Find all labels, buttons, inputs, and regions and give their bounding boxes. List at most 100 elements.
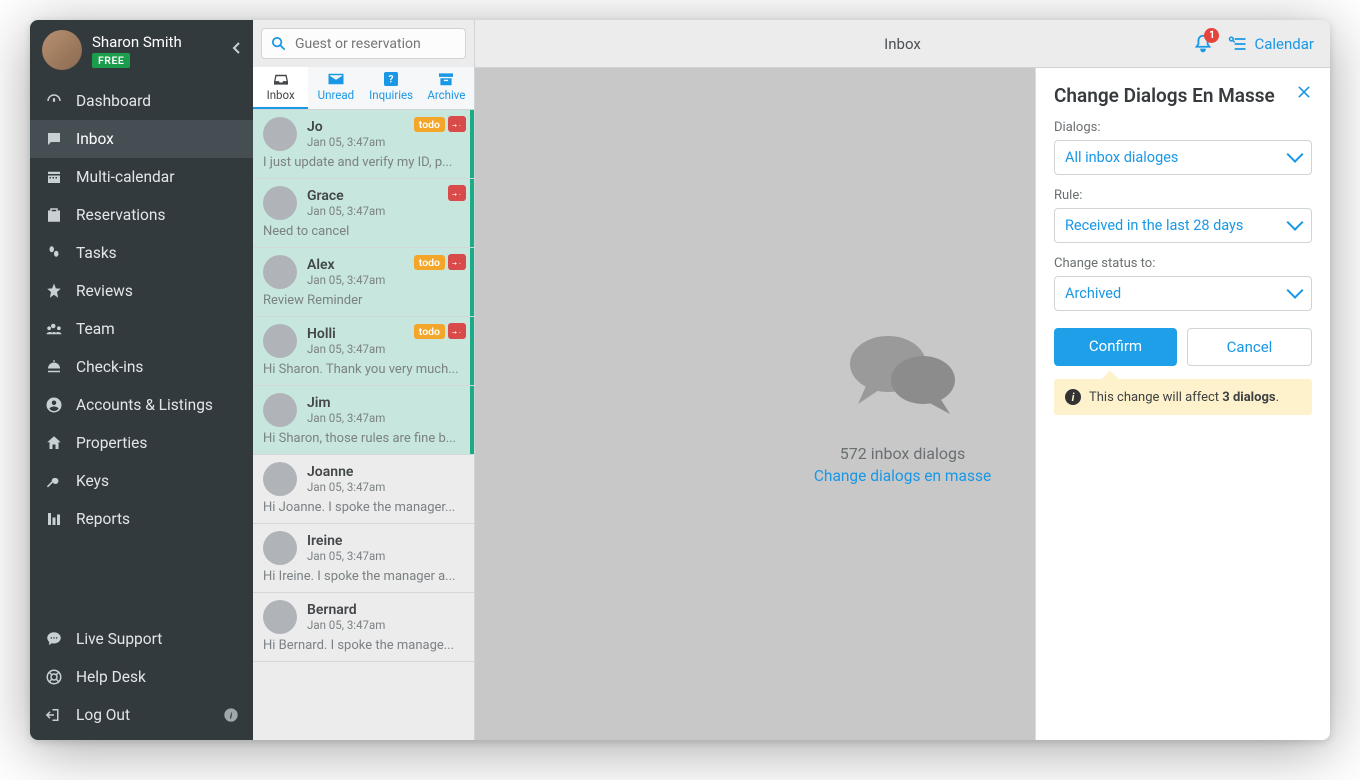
nav-log-out[interactable]: Log Out i [30, 696, 253, 734]
tab-archive[interactable]: Archive [419, 67, 474, 109]
search-input[interactable] [295, 36, 457, 52]
message-item[interactable]: BernardJan 05, 3:47amHi Bernard. I spoke… [253, 593, 474, 662]
tab-inbox[interactable]: Inbox [253, 67, 308, 109]
sender-name: Jim [307, 395, 385, 411]
home-icon [44, 433, 64, 453]
avatar [263, 600, 297, 634]
message-item[interactable]: HolliJan 05, 3:47am todo Hi Sharon. Thank … [253, 317, 474, 386]
message-item[interactable]: JimJan 05, 3:47amHi Sharon, those rules … [253, 386, 474, 455]
chart-bar-icon [44, 509, 64, 529]
rule-select[interactable]: Received in the last 28 days [1054, 208, 1312, 243]
notification-count: 1 [1204, 28, 1219, 43]
close-icon[interactable] [1296, 84, 1312, 100]
change-en-masse-link[interactable]: Change dialogs en masse [814, 467, 991, 485]
dialogs-label: Dialogs: [1054, 120, 1312, 135]
info-circle-icon: i [1065, 389, 1081, 405]
tab-inquiries[interactable]: ? Inquiries [364, 67, 419, 109]
calendar-button[interactable]: Calendar [1228, 34, 1314, 54]
question-icon: ? [384, 71, 398, 87]
tab-label: Archive [427, 88, 465, 102]
nav-bottom: Live Support Help Desk Log Out i [30, 612, 253, 740]
nav-inbox[interactable]: Inbox [30, 120, 253, 158]
nav-accounts[interactable]: Accounts & Listings [30, 386, 253, 424]
nav-multi-calendar[interactable]: Multi-calendar [30, 158, 253, 196]
dialog-count: 572 inbox dialogs [840, 444, 965, 463]
calendar-search-icon [1228, 34, 1248, 54]
archive-icon [437, 71, 455, 87]
message-preview: Hi Ireine. I spoke the manager a... [263, 569, 464, 584]
notice-banner: i This change will affect 3 dialogs. [1054, 379, 1312, 415]
cancel-button[interactable]: Cancel [1187, 328, 1312, 366]
search-bar [253, 20, 474, 67]
account-circle-icon [44, 395, 64, 415]
user-block[interactable]: Sharon Smith FREE [30, 20, 253, 74]
message-date: Jan 05, 3:47am [307, 411, 385, 425]
calendar-grid-icon [44, 167, 64, 187]
avatar [263, 324, 297, 358]
nav-check-ins[interactable]: Check-ins [30, 348, 253, 386]
tab-label: Unread [318, 88, 354, 102]
inbox-tabs: Inbox Unread ? Inquiries Archive [253, 67, 474, 110]
nav-reservations[interactable]: Reservations [30, 196, 253, 234]
nav-label: Properties [76, 434, 147, 452]
collapse-sidebar-icon[interactable] [231, 42, 243, 54]
inbox-column: Inbox Unread ? Inquiries Archive JoJan 0… [253, 20, 475, 740]
tab-label: Inbox [267, 88, 295, 102]
chat-bubble-icon [44, 629, 64, 649]
message-preview: Hi Bernard. I spoke the manage... [263, 638, 464, 653]
message-preview: I just update and verify my ID, p... [263, 155, 464, 170]
todo-badge: todo [414, 324, 445, 339]
tab-unread[interactable]: Unread [308, 67, 363, 109]
nav-dashboard[interactable]: Dashboard [30, 82, 253, 120]
nav-live-support[interactable]: Live Support [30, 620, 253, 658]
notifications-button[interactable]: 1 [1192, 33, 1214, 55]
dialogs-select[interactable]: All inbox dialoges [1054, 140, 1312, 175]
info-icon[interactable]: i [223, 707, 239, 723]
nav-reviews[interactable]: Reviews [30, 272, 253, 310]
message-item[interactable]: JoJan 05, 3:47am todo I just update and ve… [253, 110, 474, 179]
nav-team[interactable]: Team [30, 310, 253, 348]
panel-title: Change Dialogs En Masse [1054, 84, 1275, 107]
sender-name: Jo [307, 119, 385, 135]
message-preview: Hi Joanne. I spoke the manager... [263, 500, 464, 515]
message-item[interactable]: JoanneJan 05, 3:47amHi Joanne. I spoke t… [253, 455, 474, 524]
message-list[interactable]: JoJan 05, 3:47amtodoI just update and ve… [253, 110, 474, 740]
users-icon [44, 319, 64, 339]
todo-badge: todo [414, 117, 445, 132]
message-item[interactable]: GraceJan 05, 3:47amNeed to cancel [253, 179, 474, 248]
message-item[interactable]: AlexJan 05, 3:47amtodoReview Reminder [253, 248, 474, 317]
status-select[interactable]: Archived [1054, 276, 1312, 311]
nav-main: Dashboard Inbox Multi-calendar Reservati… [30, 74, 253, 538]
nav-properties[interactable]: Properties [30, 424, 253, 462]
sender-name: Joanne [307, 464, 385, 480]
nav-label: Log Out [76, 706, 130, 724]
message-date: Jan 05, 3:47am [307, 342, 385, 356]
todo-badge: todo [414, 255, 445, 270]
nav-help-desk[interactable]: Help Desk [30, 658, 253, 696]
message-preview: Hi Sharon. Thank you very much... [263, 362, 464, 377]
sender-name: Bernard [307, 602, 385, 618]
avatar [263, 462, 297, 496]
confirm-button[interactable]: Confirm [1054, 328, 1177, 366]
search-input-wrap[interactable] [261, 28, 466, 59]
nav-tasks[interactable]: Tasks [30, 234, 253, 272]
nav-label: Help Desk [76, 668, 146, 686]
notice-text: This change will affect 3 dialogs. [1089, 390, 1279, 405]
message-date: Jan 05, 3:47am [307, 135, 385, 149]
user-avatar [42, 30, 82, 70]
nav-label: Reservations [76, 206, 165, 224]
nav-keys[interactable]: Keys [30, 462, 253, 500]
tab-label: Inquiries [369, 88, 413, 102]
nav-label: Keys [76, 472, 109, 490]
sender-name: Ireine [307, 533, 385, 549]
sender-name: Grace [307, 188, 385, 204]
nav-reports[interactable]: Reports [30, 500, 253, 538]
message-item[interactable]: IreineJan 05, 3:47amHi Ireine. I spoke t… [253, 524, 474, 593]
sender-name: Holli [307, 326, 385, 342]
inbox-tray-icon [272, 71, 290, 87]
plan-badge: FREE [92, 53, 130, 68]
mail-icon [327, 71, 345, 87]
avatar [263, 117, 297, 151]
avatar [263, 255, 297, 289]
status-label: Change status to: [1054, 256, 1312, 271]
